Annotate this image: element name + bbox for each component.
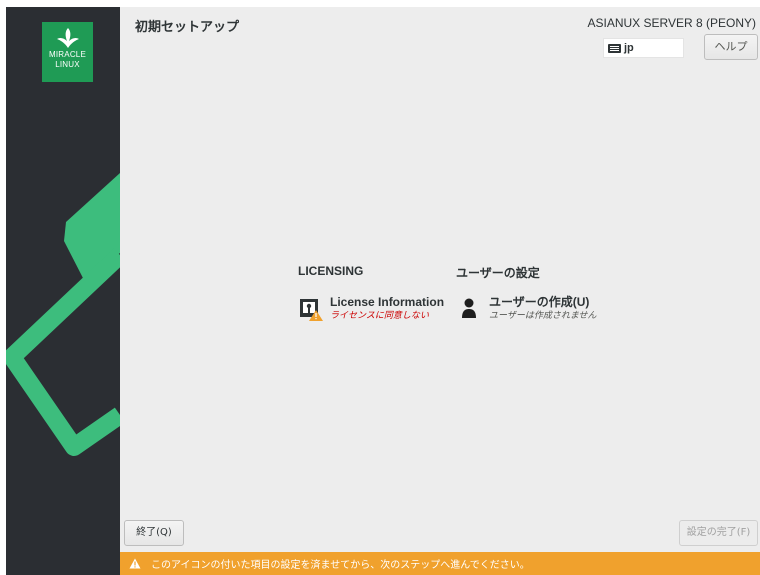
spoke-title-user: ユーザーの作成(U)	[489, 295, 590, 309]
keyboard-icon	[608, 43, 621, 53]
main-content: 初期セットアップ ASIANUX SERVER 8 (PEONY) jp ヘルプ…	[120, 7, 760, 552]
spoke-title-license: License Information	[330, 295, 445, 309]
help-button[interactable]: ヘルプ	[704, 34, 758, 60]
finish-configuration-button[interactable]: 設定の完了(F)	[679, 520, 758, 546]
spoke-license-information[interactable]: License Information ライセンスに同意しない	[298, 295, 444, 322]
setup-window: MIRACLE LINUX 初期セットアップ ASIANUX SERVER 8 …	[6, 7, 760, 575]
warning-message: このアイコンの付いた項目の設定を済ませてから、次のステップへ進んでください。	[151, 560, 530, 571]
product-name: ASIANUX SERVER 8 (PEONY)	[587, 16, 757, 30]
keyboard-layout-value: jp	[624, 42, 634, 54]
category-heading-user-settings: ユーザーの設定	[456, 266, 540, 280]
user-icon	[462, 298, 476, 318]
miracle-linux-leaf-logo-icon	[56, 28, 79, 48]
brand-logo: MIRACLE LINUX	[42, 22, 93, 82]
category-heading-licensing: LICENSING	[298, 264, 364, 278]
warning-icon	[129, 558, 141, 569]
logo-text-line2: LINUX	[55, 60, 80, 69]
spoke-user-creation[interactable]: ユーザーの作成(U) ユーザーは作成されません	[461, 295, 597, 322]
spoke-status-license: ライセンスに同意しない	[330, 311, 429, 321]
license-warning-icon	[300, 299, 323, 321]
warning-bar: このアイコンの付いた項目の設定を済ませてから、次のステップへ進んでください。	[120, 552, 760, 575]
sidebar: MIRACLE LINUX	[6, 7, 120, 575]
sidebar-decoration	[6, 173, 120, 456]
keyboard-layout-indicator[interactable]: jp	[603, 38, 684, 58]
quit-button[interactable]: 終了(Q)	[124, 520, 184, 546]
spoke-status-user: ユーザーは作成されません	[489, 311, 597, 321]
logo-text-line1: MIRACLE	[49, 50, 86, 59]
page-title: 初期セットアップ	[135, 20, 240, 35]
